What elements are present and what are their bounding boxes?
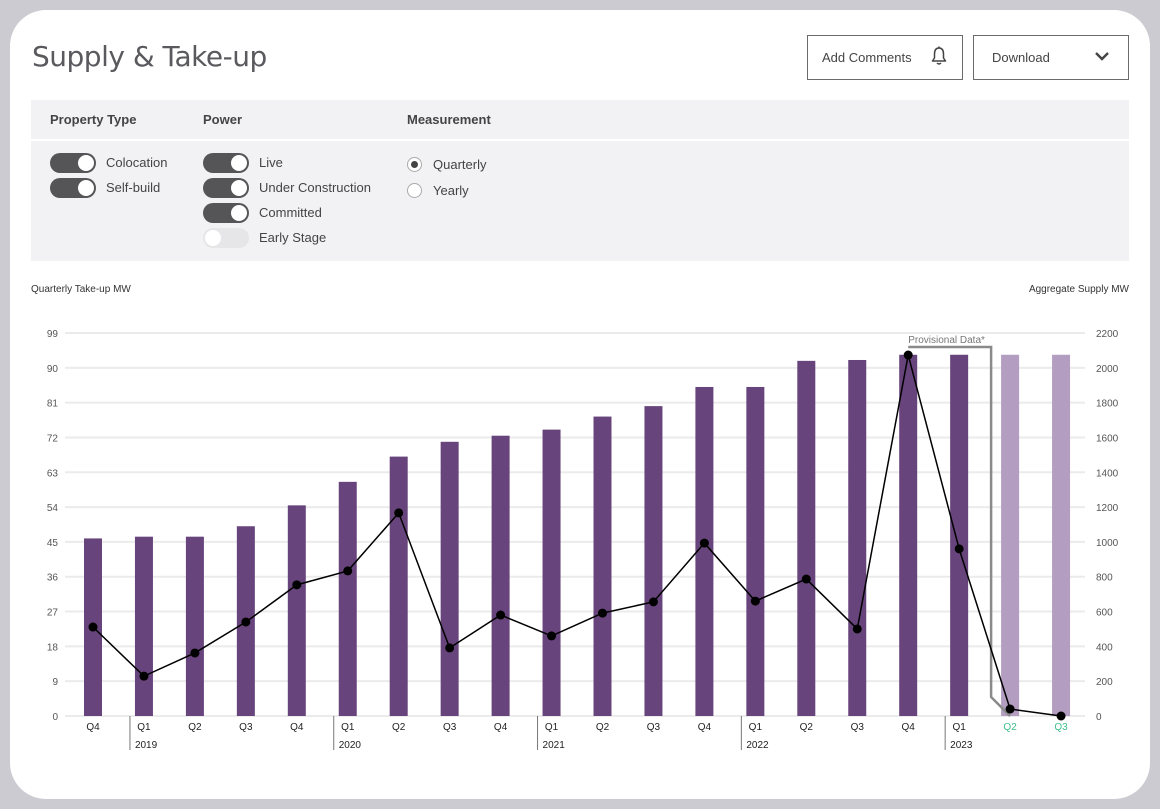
takeup-point (88, 622, 98, 632)
x-tick-label: Q1 (952, 722, 966, 733)
left-tick-label: 27 (47, 608, 59, 619)
left-tick-label: 81 (47, 399, 59, 410)
supply-bar (797, 360, 816, 716)
right-tick-label: 2200 (1096, 329, 1119, 340)
takeup-point (1056, 711, 1066, 721)
x-tick-label: Q3 (647, 722, 661, 733)
takeup-point (852, 624, 862, 634)
x-tick-label: Q4 (494, 722, 508, 733)
left-tick-label: 9 (52, 677, 58, 688)
supply-bar (746, 386, 765, 716)
x-tick-label: Q3 (239, 722, 253, 733)
year-label: 2020 (339, 740, 362, 751)
x-tick-label: Q1 (545, 722, 559, 733)
supply-bar (644, 406, 663, 716)
supply-bar (593, 416, 612, 716)
left-tick-label: 36 (47, 573, 59, 584)
x-tick-label: Q2 (392, 722, 406, 733)
supply-bar (950, 354, 969, 716)
takeup-point (343, 566, 353, 576)
right-tick-label: 0 (1096, 712, 1102, 723)
x-tick-label: Q4 (698, 722, 712, 733)
right-tick-label: 1200 (1096, 503, 1119, 514)
x-tick-label: Q4 (902, 722, 916, 733)
takeup-point (1005, 704, 1015, 714)
supply-takeup-chart: 0 9 18 27 36 45 54 63 72 81 90 99 0 200 400 600 800 1000 1… (47, 329, 1119, 751)
x-tick-label: Q2 (1003, 722, 1017, 733)
right-tick-label: 1000 (1096, 538, 1119, 549)
takeup-point (648, 597, 658, 607)
supply-bar (134, 536, 153, 716)
supply-bar (848, 359, 867, 716)
x-tick-label: Q3 (1054, 722, 1068, 733)
right-tick-label: 800 (1096, 573, 1113, 584)
supply-bar (185, 536, 204, 716)
right-tick-label: 400 (1096, 642, 1113, 653)
takeup-point (699, 538, 709, 548)
x-tick-label: Q3 (443, 722, 457, 733)
provisional-bar (1001, 354, 1020, 716)
x-tick-label: Q4 (86, 722, 100, 733)
left-tick-label: 54 (47, 503, 59, 514)
year-label: 2019 (135, 740, 158, 751)
left-tick-label: 99 (47, 329, 59, 340)
takeup-point (547, 631, 557, 641)
takeup-point (496, 610, 506, 620)
takeup-point (801, 574, 811, 584)
supply-bar (440, 441, 459, 716)
x-tick-label: Q1 (341, 722, 355, 733)
year-label: 2022 (746, 740, 769, 751)
right-tick-label: 1600 (1096, 433, 1119, 444)
takeup-point (190, 648, 200, 658)
right-tick-label: 1400 (1096, 468, 1119, 479)
right-tick-label: 1800 (1096, 399, 1119, 410)
takeup-point (292, 580, 302, 590)
supply-bar (287, 505, 306, 716)
supply-bar (491, 435, 510, 716)
supply-bar (542, 429, 561, 716)
provisional-bar (1052, 354, 1071, 716)
left-tick-label: 63 (47, 468, 59, 479)
takeup-point (903, 350, 913, 360)
left-tick-label: 45 (47, 538, 59, 549)
takeup-point (139, 671, 149, 681)
right-tick-label: 600 (1096, 608, 1113, 619)
left-tick-label: 18 (47, 642, 59, 653)
right-tick-label: 200 (1096, 677, 1113, 688)
takeup-point (394, 508, 404, 518)
x-tick-label: Q2 (188, 722, 202, 733)
supply-bar (389, 456, 408, 716)
left-tick-label: 0 (52, 712, 58, 723)
x-tick-label: Q2 (800, 722, 814, 733)
x-tick-label: Q1 (749, 722, 763, 733)
supply-bar (899, 354, 918, 716)
supply-bar (338, 481, 357, 716)
x-tick-label: Q4 (290, 722, 304, 733)
year-label: 2021 (543, 740, 566, 751)
left-tick-label: 90 (47, 364, 59, 375)
provisional-label: Provisional Data* (908, 335, 985, 346)
takeup-point (750, 596, 760, 606)
x-tick-label: Q2 (596, 722, 610, 733)
right-tick-label: 2000 (1096, 364, 1119, 375)
x-tick-label: Q3 (851, 722, 865, 733)
takeup-point (241, 617, 251, 627)
left-tick-label: 72 (47, 433, 59, 444)
year-label: 2023 (950, 740, 973, 751)
takeup-point (598, 608, 607, 618)
x-tick-label: Q1 (137, 722, 151, 733)
takeup-point (445, 643, 455, 653)
takeup-point (954, 544, 964, 554)
